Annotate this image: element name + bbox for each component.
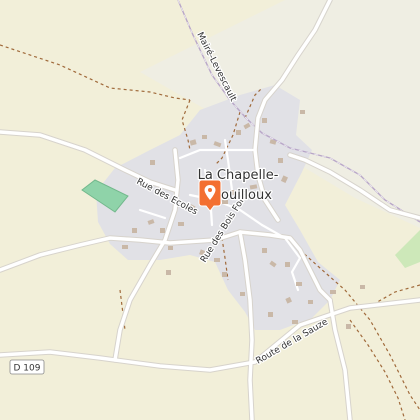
svg-text:D 109: D 109 xyxy=(14,364,41,374)
road-shield-d109: D 109 xyxy=(9,359,45,375)
map-canvas[interactable]: Rue des Ecoles Rue des Bois Forts Route … xyxy=(0,0,420,420)
location-marker[interactable] xyxy=(198,179,222,212)
